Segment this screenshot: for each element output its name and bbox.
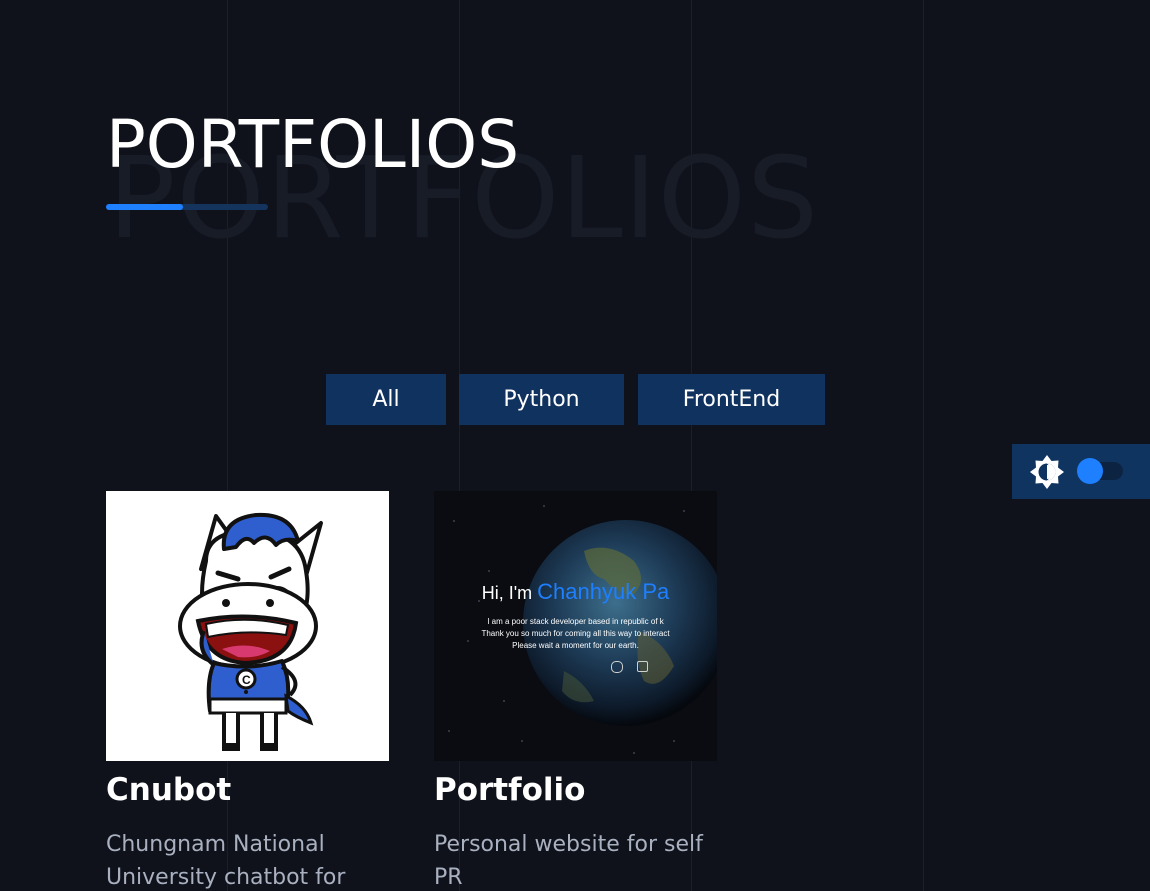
filter-button-python[interactable]: Python — [459, 374, 624, 425]
theme-toggle-knob[interactable] — [1077, 458, 1103, 484]
preview-heading: Hi, I'm Chanhyuk Pa — [434, 579, 717, 605]
svg-text:C: C — [242, 673, 251, 687]
preview-line-2: Thank you so much for coming all this wa… — [481, 629, 670, 638]
github-icon — [611, 661, 623, 673]
section-title-underline-accent — [106, 204, 183, 210]
brightness-icon[interactable] — [1029, 454, 1065, 490]
preview-line-3: Please wait a moment for our earth. — [512, 641, 639, 650]
section-title: PORTFOLIOS — [106, 106, 520, 183]
preview-greeting: Hi, I'm — [481, 583, 533, 603]
preview-name: Chanhyuk Pa — [537, 579, 670, 604]
portfolio-description-portfolio: Personal website for self PR — [434, 832, 703, 890]
filter-button-all[interactable]: All — [326, 374, 446, 425]
portfolio-description-cnubot: Chungnam National University chatbot for — [106, 832, 346, 890]
grid-line — [923, 0, 924, 891]
portfolio-earth-screenshot[interactable]: Hi, I'm Chanhyuk Pa I am a poor stack de… — [434, 491, 717, 761]
portfolio-title-cnubot[interactable]: Cnubot — [106, 772, 231, 809]
portfolio-page: PORTFOLIOS PORTFOLIOS All Python FrontEn… — [0, 0, 1150, 891]
instagram-icon — [637, 661, 648, 672]
preview-line-1: I am a poor stack developer based in rep… — [487, 617, 664, 626]
portfolio-title-portfolio[interactable]: Portfolio — [434, 772, 585, 809]
filter-button-frontend[interactable]: FrontEnd — [638, 374, 825, 425]
cnubot-mascot-image[interactable]: C — [106, 491, 389, 761]
earth-preview-illustration — [448, 505, 717, 754]
horse-mascot-illustration: C — [178, 512, 323, 751]
section-title-underline — [106, 204, 268, 210]
